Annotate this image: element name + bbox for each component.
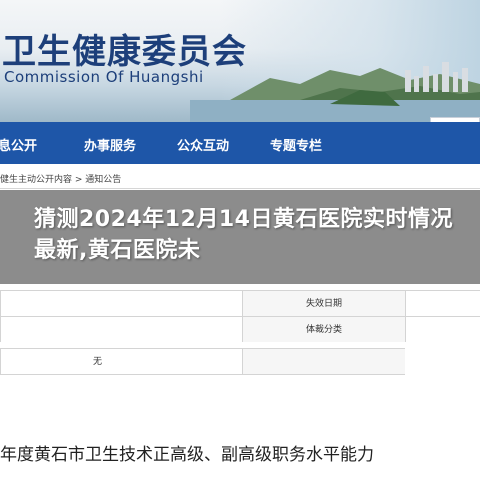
site-title: 卫生健康委员会 <box>2 32 247 72</box>
nav-item-info-disclosure[interactable]: 息公开 <box>0 135 37 154</box>
table-cell <box>0 290 242 316</box>
table-row: 无 <box>0 348 480 374</box>
breadcrumb[interactable]: 健生主动公开内容 > 通知公告 <box>0 172 121 185</box>
overlay-title: 猜测2024年12月14日黄石医院实时情况最新,黄石医院未 <box>34 207 453 263</box>
table-row: 失效日期 <box>0 290 480 316</box>
nav-item-special-topics[interactable]: 专题专栏 <box>270 135 322 154</box>
table-cell <box>0 316 242 342</box>
header-banner: 卫生健康委员会 Commission Of Huangshi <box>0 0 480 122</box>
nav-item-services[interactable]: 办事服务 <box>84 135 136 154</box>
breadcrumb-divider <box>0 188 480 189</box>
nav-item-public-interaction[interactable]: 公众互动 <box>177 135 229 154</box>
document-heading: 年度黄石市卫生技术正高级、副高级职务水平能力 <box>0 445 374 465</box>
table-label: 体裁分类 <box>242 316 405 342</box>
table-cell <box>405 290 480 316</box>
table-cell: 无 <box>0 348 242 374</box>
table-divider <box>0 374 405 375</box>
site-subtitle: Commission Of Huangshi <box>4 68 204 86</box>
table-cell <box>405 316 480 342</box>
table-row: 体裁分类 <box>0 316 480 342</box>
table-label: 失效日期 <box>242 290 405 316</box>
main-nav: 息公开 办事服务 公众互动 专题专栏 <box>0 122 480 164</box>
table-label <box>242 348 405 374</box>
